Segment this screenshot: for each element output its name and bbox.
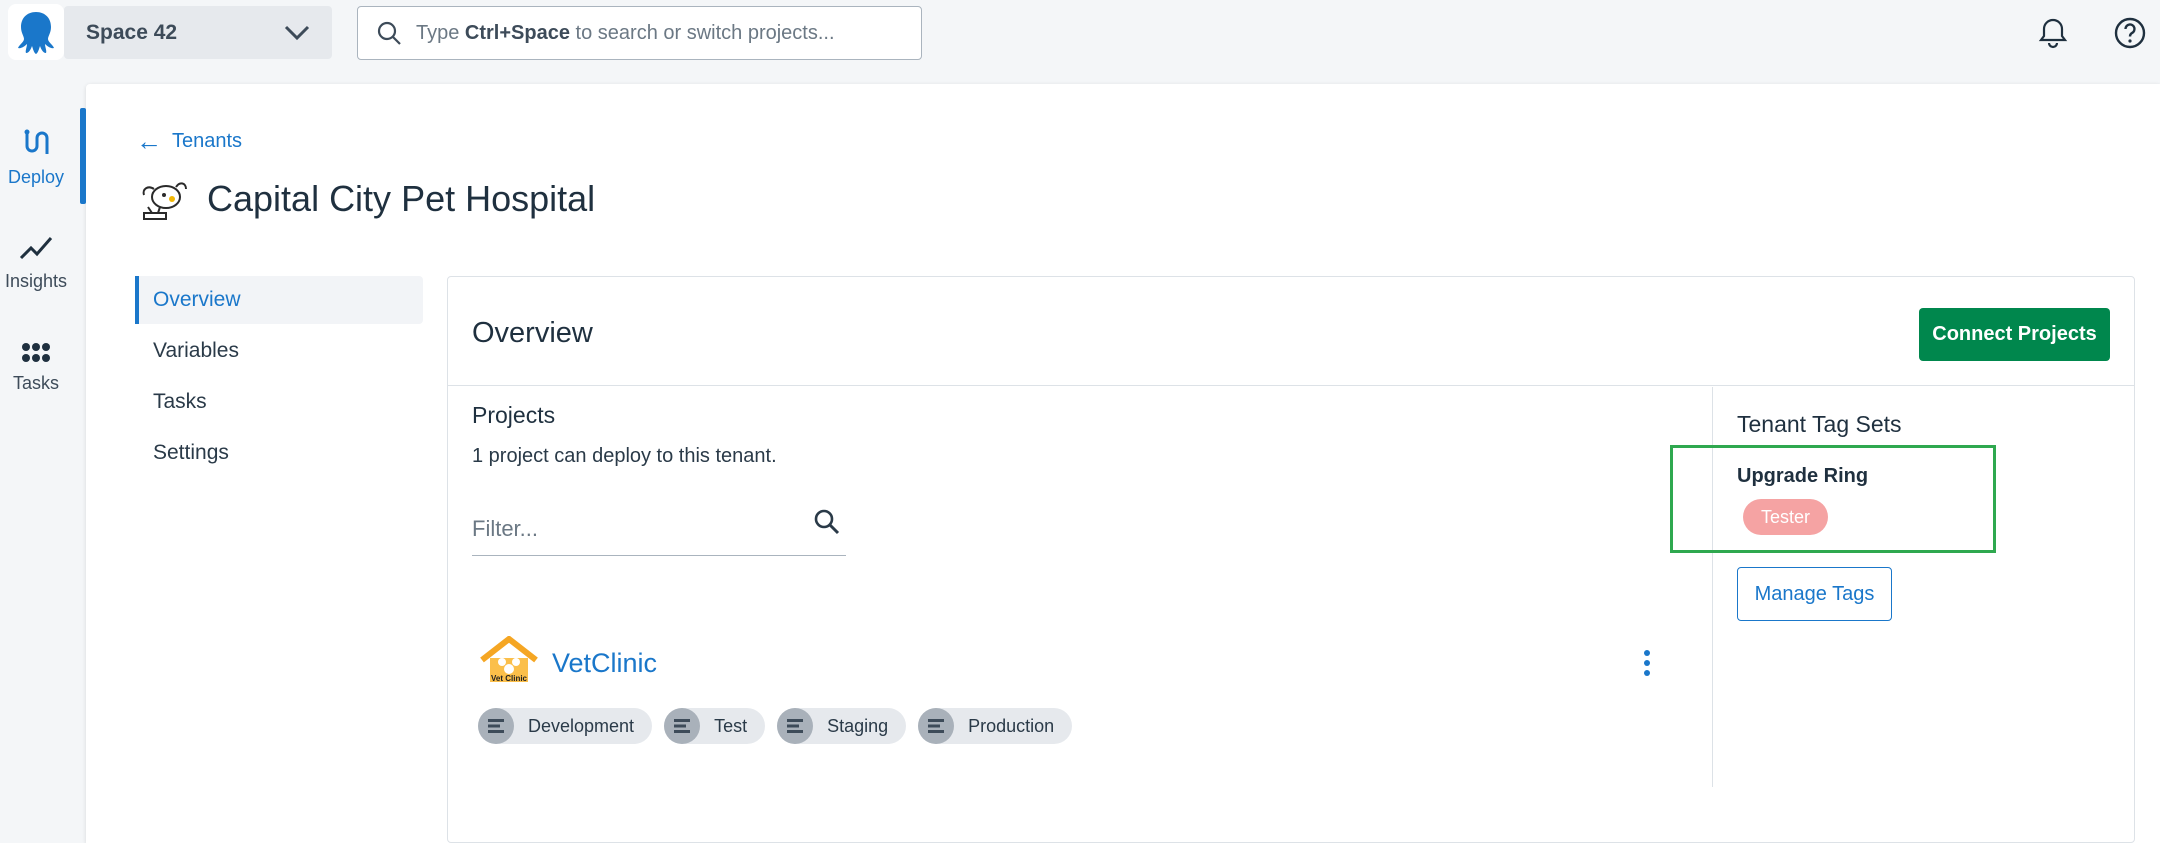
projects-section: Projects 1 project can deploy to this te…	[472, 402, 1692, 744]
env-label: Test	[714, 715, 748, 736]
rail-item-insights[interactable]: Insights	[0, 234, 72, 292]
back-label: Tenants	[172, 129, 243, 152]
env-chip-development[interactable]: Development	[478, 708, 653, 744]
rail-item-tasks[interactable]: Tasks	[0, 342, 72, 394]
tenant-tag-sets: Tenant Tag Sets Upgrade Ring Tester Mana…	[1670, 411, 1996, 621]
rail-label: Tasks	[12, 373, 59, 393]
project-link-vetclinic[interactable]: VetClinic	[552, 648, 657, 679]
deploy-icon	[24, 129, 49, 154]
sidenav-item-overview[interactable]: Overview	[135, 276, 423, 324]
more-options-icon[interactable]	[1642, 648, 1652, 678]
connect-projects-button[interactable]: Connect Projects	[1919, 308, 2110, 361]
top-bar: Space 42 Type Ctrl+Space to search or sw…	[0, 0, 2160, 66]
vetclinic-logo-text: Vet Clinic	[491, 674, 528, 683]
rail-label: Deploy	[7, 167, 65, 187]
overview-header: Overview Connect Projects	[448, 277, 2134, 386]
insights-icon	[19, 237, 53, 260]
env-label: Production	[968, 715, 1055, 736]
search-icon	[814, 509, 840, 534]
environment-icon	[478, 708, 514, 744]
tenant-dog-logo-icon	[142, 182, 187, 220]
tasks-icon	[22, 343, 50, 362]
env-chip-test[interactable]: Test	[664, 708, 766, 744]
space-name: Space 42	[86, 20, 178, 44]
sidenav-item-variables[interactable]: Variables	[135, 327, 423, 375]
rail-item-deploy[interactable]: Deploy	[0, 128, 72, 188]
tag-sets-heading: Tenant Tag Sets	[1737, 411, 1902, 437]
search-placeholder: Type Ctrl+Space to search or switch proj…	[416, 21, 835, 44]
bell-icon[interactable]	[2036, 16, 2070, 50]
overview-title: Overview	[472, 317, 593, 349]
search-icon	[377, 21, 401, 45]
tag-chip-tester[interactable]: Tester	[1743, 499, 1829, 535]
env-chip-staging[interactable]: Staging	[777, 708, 907, 744]
project-filter-input[interactable]: Filter...	[472, 502, 846, 556]
sidenav-item-settings[interactable]: Settings	[135, 429, 423, 477]
octopus-logo-icon[interactable]	[8, 4, 64, 60]
arrow-left-icon: ←	[136, 126, 162, 156]
tenant-sidenav: Overview Variables Tasks Settings	[135, 276, 423, 480]
rail-label: Insights	[4, 271, 68, 291]
environment-icon	[918, 708, 955, 744]
sidenav-item-tasks[interactable]: Tasks	[135, 378, 423, 426]
back-link-tenants[interactable]: ← Tenants	[136, 128, 242, 154]
vetclinic-logo-icon: Vet Clinic	[480, 636, 538, 683]
manage-tags-button[interactable]: Manage Tags	[1737, 567, 1892, 621]
page-title: Capital City Pet Hospital	[207, 178, 596, 219]
search-input[interactable]: Type Ctrl+Space to search or switch proj…	[357, 6, 922, 60]
space-switcher[interactable]: Space 42	[64, 6, 332, 59]
help-icon[interactable]	[2113, 16, 2147, 50]
projects-description: 1 project can deploy to this tenant.	[472, 445, 777, 467]
overview-panel: Overview Connect Projects Projects 1 pro…	[447, 276, 2135, 843]
filter-placeholder: Filter...	[472, 515, 539, 541]
environment-icon	[777, 708, 814, 744]
environment-chips: Development Test Staging Production	[478, 708, 1073, 744]
environment-icon	[664, 708, 701, 744]
env-chip-production[interactable]: Production	[918, 708, 1073, 744]
projects-heading: Projects	[472, 402, 556, 428]
rail-active-indicator	[80, 108, 86, 204]
highlight-box	[1670, 445, 1996, 553]
env-label: Development	[528, 715, 635, 736]
env-label: Staging	[827, 715, 889, 736]
tag-set-name: Upgrade Ring	[1737, 465, 1869, 487]
chevron-down-icon	[284, 25, 310, 40]
